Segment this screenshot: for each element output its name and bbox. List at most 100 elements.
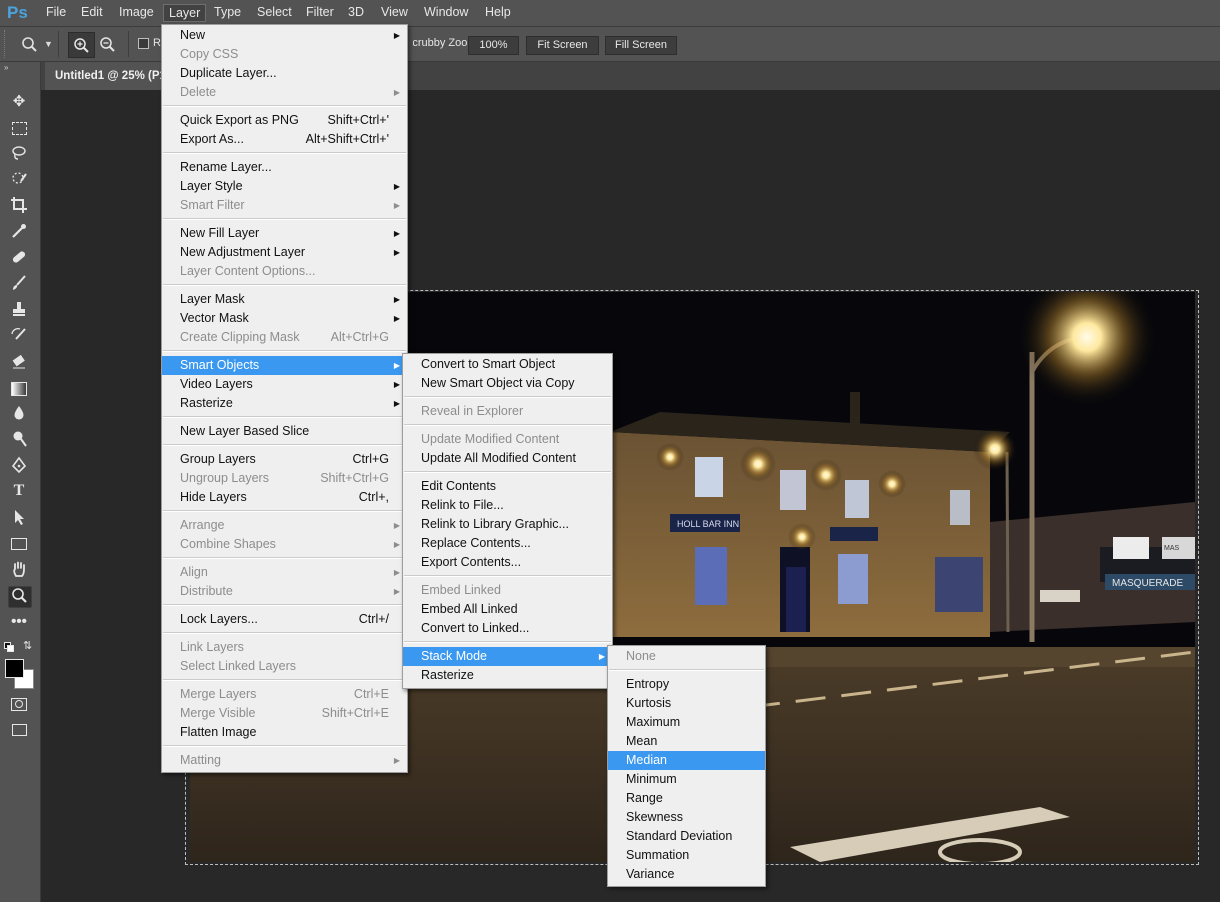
menu-select[interactable]: Select	[257, 5, 292, 19]
menu-item-new-layer-based-slice[interactable]: New Layer Based Slice	[162, 422, 407, 441]
menu-filter[interactable]: Filter	[306, 5, 334, 19]
menu-item-update-all-modified-content[interactable]: Update All Modified Content	[403, 449, 612, 468]
scrubby-zoom-label[interactable]: Scrubby Zoom	[413, 37, 477, 49]
lasso-icon	[12, 146, 26, 160]
menu-item-variance[interactable]: Variance	[608, 865, 765, 884]
menu-type[interactable]: Type	[214, 5, 241, 19]
menu-item-summation[interactable]: Summation	[608, 846, 765, 865]
zoom-in-button[interactable]	[68, 32, 95, 58]
menu-item-lock-layers[interactable]: Lock Layers... Ctrl+/	[162, 610, 407, 629]
menu-item-new[interactable]: New ▶	[162, 26, 407, 45]
menu-item-mean[interactable]: Mean	[608, 732, 765, 751]
history-brush-tool-icon[interactable]	[8, 326, 30, 346]
menu-item-range[interactable]: Range	[608, 789, 765, 808]
submenu-arrow-icon: ▶	[393, 361, 400, 370]
pen-tool-icon[interactable]	[8, 456, 30, 476]
menu-window[interactable]: Window	[424, 5, 468, 19]
menu-image[interactable]: Image	[119, 5, 154, 19]
clone-stamp-tool-icon[interactable]	[8, 300, 30, 320]
menu-item-entropy[interactable]: Entropy	[608, 675, 765, 694]
path-selection-tool-icon[interactable]	[8, 508, 30, 528]
menu-item-edit-contents[interactable]: Edit Contents	[403, 477, 612, 496]
crop-tool-icon[interactable]	[8, 196, 30, 216]
collapse-panel-icon[interactable]: »	[4, 63, 8, 72]
menu-item-new-adjustment-layer[interactable]: New Adjustment Layer ▶	[162, 243, 407, 262]
menu-view[interactable]: View	[381, 5, 408, 19]
menu-item-video-layers[interactable]: Video Layers ▶	[162, 375, 407, 394]
menu-3d[interactable]: 3D	[348, 5, 364, 19]
menu-item-embed-all-linked[interactable]: Embed All Linked	[403, 600, 612, 619]
menu-item-layer-mask[interactable]: Layer Mask ▶	[162, 290, 407, 309]
menu-item-convert-to-linked[interactable]: Convert to Linked...	[403, 619, 612, 638]
menu-separator	[163, 557, 406, 559]
menu-separator	[163, 105, 406, 107]
zoom-tool-icon[interactable]	[21, 36, 39, 54]
move-tool-icon[interactable]: ✥	[8, 92, 30, 112]
blur-tool-icon[interactable]	[8, 404, 30, 424]
fit-screen-button[interactable]: Fit Screen	[526, 36, 599, 55]
menu-item-hide-layers[interactable]: Hide Layers Ctrl+,	[162, 488, 407, 507]
menu-item-ungroup-layers: Ungroup Layers Shift+Ctrl+G	[162, 469, 407, 488]
menu-item-export-as[interactable]: Export As... Alt+Shift+Ctrl+'	[162, 130, 407, 149]
menu-item-rename-layer[interactable]: Rename Layer...	[162, 158, 407, 177]
menu-item-align: Align ▶	[162, 563, 407, 582]
menu-item-standard-deviation[interactable]: Standard Deviation	[608, 827, 765, 846]
swap-colors-icon[interactable]: ⇅	[23, 639, 32, 652]
menu-item-kurtosis[interactable]: Kurtosis	[608, 694, 765, 713]
menu-bar: Ps File Edit Image Layer Type Select Fil…	[0, 0, 1220, 27]
menu-layer[interactable]: Layer	[163, 4, 207, 22]
lasso-tool-icon[interactable]	[8, 144, 30, 164]
menu-item-convert-to-smart-object[interactable]: Convert to Smart Object	[403, 355, 612, 374]
menu-item-new-fill-layer[interactable]: New Fill Layer ▶	[162, 224, 407, 243]
menu-item-skewness[interactable]: Skewness	[608, 808, 765, 827]
menu-file[interactable]: File	[46, 5, 66, 19]
screen-mode-icon[interactable]	[8, 720, 30, 740]
brush-tool-icon[interactable]	[8, 274, 30, 294]
menu-item-rasterize[interactable]: Rasterize	[403, 666, 612, 685]
quick-mask-icon[interactable]	[8, 694, 30, 714]
menu-item-export-contents[interactable]: Export Contents...	[403, 553, 612, 572]
menu-item-minimum[interactable]: Minimum	[608, 770, 765, 789]
menu-item-update-modified-content: Update Modified Content	[403, 430, 612, 449]
marquee-tool-icon[interactable]	[8, 118, 30, 138]
eraser-tool-icon[interactable]	[8, 352, 30, 372]
menu-item-replace-contents[interactable]: Replace Contents...	[403, 534, 612, 553]
menu-item-label: Layer Mask	[180, 292, 245, 306]
menu-item-group-layers[interactable]: Group Layers Ctrl+G	[162, 450, 407, 469]
options-grip[interactable]	[4, 30, 14, 58]
menu-edit[interactable]: Edit	[81, 5, 103, 19]
zoom-100-button[interactable]: 100%	[468, 36, 519, 55]
rectangle-tool-icon[interactable]	[8, 534, 30, 554]
type-tool-icon[interactable]: T	[8, 482, 30, 502]
foreground-color-swatch[interactable]	[5, 659, 24, 678]
zoom-tool-icon[interactable]	[8, 586, 32, 608]
more-tools-icon[interactable]: •••	[8, 612, 30, 632]
menu-item-duplicate-layer[interactable]: Duplicate Layer...	[162, 64, 407, 83]
hand-tool-icon[interactable]	[8, 560, 30, 580]
menu-item-rasterize[interactable]: Rasterize ▶	[162, 394, 407, 413]
menu-item-smart-objects[interactable]: Smart Objects ▶	[162, 356, 407, 375]
menu-item-quick-export-as-png[interactable]: Quick Export as PNG Shift+Ctrl+'	[162, 111, 407, 130]
menu-item-shortcut: Alt+Shift+Ctrl+'	[305, 132, 389, 146]
chevron-down-icon[interactable]: ▼	[44, 39, 53, 49]
dodge-tool-icon[interactable]	[8, 430, 30, 450]
menu-item-relink-to-library-graphic[interactable]: Relink to Library Graphic...	[403, 515, 612, 534]
zoom-out-icon[interactable]	[99, 36, 116, 53]
menu-item-flatten-image[interactable]: Flatten Image	[162, 723, 407, 742]
gradient-tool-icon[interactable]	[8, 378, 30, 398]
menu-item-stack-mode[interactable]: Stack Mode ▶	[403, 647, 612, 666]
quick-selection-tool-icon[interactable]	[8, 170, 30, 190]
menu-item-new-smart-object-via-copy[interactable]: New Smart Object via Copy	[403, 374, 612, 393]
menu-item-relink-to-file[interactable]: Relink to File...	[403, 496, 612, 515]
menu-help[interactable]: Help	[485, 5, 511, 19]
menu-item-vector-mask[interactable]: Vector Mask ▶	[162, 309, 407, 328]
resize-windows-checkbox[interactable]	[138, 38, 149, 49]
fill-screen-button[interactable]: Fill Screen	[605, 36, 677, 55]
eyedropper-tool-icon[interactable]	[8, 222, 30, 242]
menu-item-layer-style[interactable]: Layer Style ▶	[162, 177, 407, 196]
healing-brush-tool-icon[interactable]	[8, 248, 30, 268]
menu-item-median[interactable]: Median	[608, 751, 765, 770]
default-colors-icon[interactable]	[4, 642, 14, 652]
menu-item-arrange: Arrange ▶	[162, 516, 407, 535]
menu-item-maximum[interactable]: Maximum	[608, 713, 765, 732]
